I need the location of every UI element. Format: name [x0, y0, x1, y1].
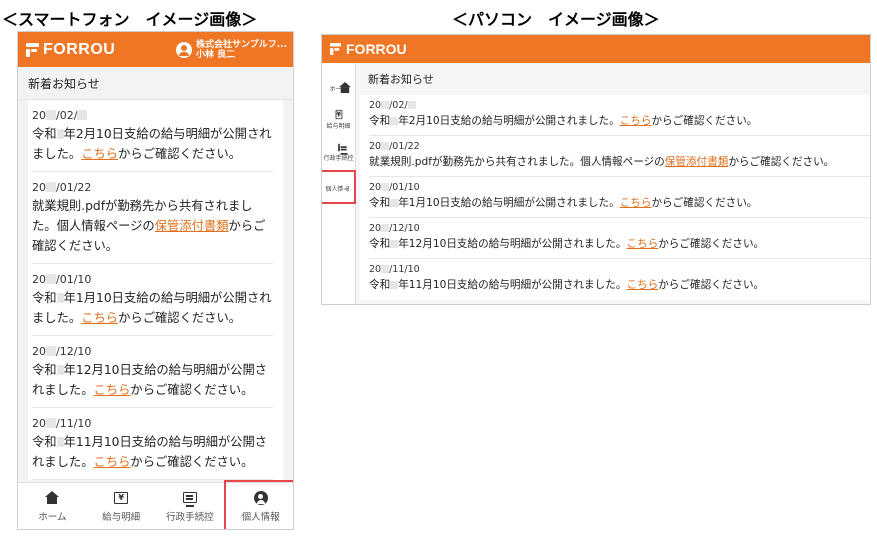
notice-date: 20/01/10	[369, 182, 420, 193]
nav-label: 個人情報	[241, 512, 280, 523]
notice-link[interactable]: こちら	[94, 383, 131, 397]
list-item: 20/01/22 就業規則.pdfが勤務先から共有されました。個人情報ページの保…	[369, 136, 870, 177]
nav-personal[interactable]: 個人情報	[224, 480, 293, 529]
document-icon	[182, 492, 197, 507]
nav-payslip[interactable]: ¥ 給与明細	[322, 104, 355, 136]
notice-link[interactable]: こちら	[626, 238, 658, 250]
notice-date: 20/12/10	[369, 223, 420, 234]
nav-label: 行政手続控	[166, 511, 214, 523]
yen-icon: ¥	[114, 491, 129, 504]
notice-date: 20/01/22	[369, 141, 420, 152]
nav-home[interactable]: ホーム	[322, 71, 355, 103]
list-item: 20/12/10 令和 年12月10日支給の給与明細が公開されました。こちらからご…	[369, 218, 870, 259]
nav-payslip[interactable]: ¥ 給与明細	[87, 483, 156, 529]
notice-date: 20/02/	[32, 108, 273, 124]
list-item: 20/01/10 令和 年1月10日支給の給与明細が公開されました。こちらからご確…	[32, 264, 273, 336]
nav-home[interactable]: ホーム	[18, 483, 87, 529]
brand-logo[interactable]: FORROU	[329, 41, 407, 57]
list-item: 20/01/10 令和 年1月10日支給の給与明細が公開されました。こちらからご確…	[369, 177, 870, 218]
notice-text: 就業規則.pdfが勤務先から共有されました。個人情報ページの保管添付書類からご確…	[32, 199, 266, 253]
person-icon	[253, 491, 268, 505]
app-header: FORROU	[322, 35, 870, 63]
notice-text: 令和 年11月10日支給の給与明細が公開されました。こちらからご確認ください。	[32, 435, 268, 469]
notice-date: 20/01/10	[32, 273, 92, 286]
notice-link[interactable]: こちら	[620, 197, 652, 209]
notice-link[interactable]: こちら	[620, 115, 652, 127]
notice-date: 20/12/10	[32, 345, 92, 358]
smartphone-caption: ＜スマートフォン イメージ画像＞	[2, 10, 258, 29]
notice-link[interactable]: こちら	[94, 455, 131, 469]
notice-date: 20/11/10	[369, 264, 420, 275]
notice-text: 令和 年2月10日支給の給与明細が公開されました。こちらからご確認ください。	[32, 127, 272, 161]
redaction-mask	[46, 274, 56, 284]
brand-name: FORROU	[346, 41, 407, 57]
user-icon	[176, 41, 192, 58]
logo-mark-icon	[329, 43, 342, 55]
list-item: 20/02/ 令和 年2月10日支給の給与明細が公開されました。こちらからご確認く…	[32, 100, 273, 172]
bottom-navigation: ホーム ¥ 給与明細 行政手続控 個人情報	[18, 480, 293, 529]
notice-text: 令和 年1月10日支給の給与明細が公開されました。こちらからご確認ください。	[32, 291, 272, 325]
notice-link[interactable]: 保管添付書類	[155, 219, 229, 233]
document-icon	[337, 143, 340, 152]
notice-link[interactable]: こちら	[81, 311, 118, 325]
notice-date: 20/02/	[369, 99, 870, 113]
notice-date: 20/11/10	[32, 417, 92, 430]
notice-link[interactable]: 保管添付書類	[665, 156, 729, 168]
brand-logo[interactable]: FORROU	[26, 41, 115, 59]
nav-label: 給与明細	[102, 511, 141, 523]
brand-name: FORROU	[43, 40, 116, 58]
list-item: 20/11/10 令和 年11月10日支給の給与明細が公開されました。こちらからご…	[32, 408, 273, 480]
notice-list: 20/02/ 令和 年2月10日支給の給与明細が公開されました。こちらからご確認く…	[28, 100, 283, 480]
notice-text: 令和 年12月10日支給の給与明細が公開されました。こちらからご確認ください。	[369, 238, 765, 250]
pc-caption: ＜パソコン イメージ画像＞	[452, 10, 660, 29]
logo-mark-icon	[26, 42, 39, 57]
nav-label: 給与明細	[326, 123, 351, 130]
nav-personal[interactable]: 個人情報	[322, 170, 356, 204]
home-icon	[45, 491, 60, 504]
list-item: 20/01/22 就業規則.pdfが勤務先から共有されました。個人情報ページの保…	[32, 172, 273, 264]
list-item: 20/02/ 令和 年2月10日支給の給与明細が公開されました。こちらからご確認く…	[369, 95, 870, 136]
notice-link[interactable]: こちら	[626, 279, 658, 291]
redaction-mask	[46, 182, 56, 192]
user-menu[interactable]: 株式会社サンプルフ... 小林 良二	[176, 40, 287, 60]
notice-text: 令和 年11月10日支給の給与明細が公開されました。こちらからご確認ください。	[369, 279, 765, 291]
redaction-mask	[77, 110, 88, 120]
section-title: 新着お知らせ	[18, 67, 293, 100]
notice-text: 就業規則.pdfが勤務先から共有されました。個人情報ページの保管添付書類からご確…	[369, 156, 835, 168]
yen-icon: ¥	[335, 109, 342, 120]
notice-text: 令和 年12月10日支給の給与明細が公開されました。こちらからご確認ください。	[32, 363, 268, 397]
list-item: 20/11/10 令和 年11月10日支給の給与明細が公開されました。こちらからご…	[369, 259, 870, 300]
app-header: FORROU 株式会社サンプルフ... 小林 良二	[18, 32, 293, 67]
smartphone-screen: FORROU 株式会社サンプルフ... 小林 良二 新着お知らせ 20/02/ …	[17, 31, 294, 530]
notice-link[interactable]: こちら	[81, 147, 118, 161]
nav-label: ホーム	[38, 511, 67, 523]
main-content: 新着お知らせ 20/02/ 令和 年2月10日支給の給与明細が公開されました。こち…	[356, 63, 870, 304]
redaction-mask	[46, 110, 56, 120]
list-item: 20/12/10 令和 年12月10日支給の給与明細が公開されました。こちらからご…	[32, 336, 273, 408]
nav-label: 行政手続控	[323, 155, 354, 162]
notice-text: 令和 年1月10日支給の給与明細が公開されました。こちらからご確認ください。	[369, 197, 758, 209]
notice-date: 20/01/22	[32, 181, 92, 194]
nav-admin[interactable]: 行政手続控	[156, 483, 225, 529]
section-title: 新着お知らせ	[368, 73, 434, 86]
notice-list: 20/02/ 令和 年2月10日支給の給与明細が公開されました。こちらからご確認く…	[360, 95, 870, 300]
side-navigation: ホーム ¥ 給与明細 行政手続控 個人情報	[322, 63, 356, 304]
nav-admin[interactable]: 行政手続控	[322, 137, 355, 169]
notice-text: 令和 年2月10日支給の給与明細が公開されました。こちらからご確認ください。	[369, 115, 758, 127]
user-company: 株式会社サンプルフ...	[196, 39, 287, 50]
redaction-mask	[46, 418, 56, 428]
user-name: 小林 良二	[196, 49, 236, 60]
pc-screen: FORROU ホーム ¥ 給与明細 行政手続控 個人情報 新着お知らせ 20 /…	[321, 34, 871, 305]
redaction-mask	[46, 346, 56, 356]
